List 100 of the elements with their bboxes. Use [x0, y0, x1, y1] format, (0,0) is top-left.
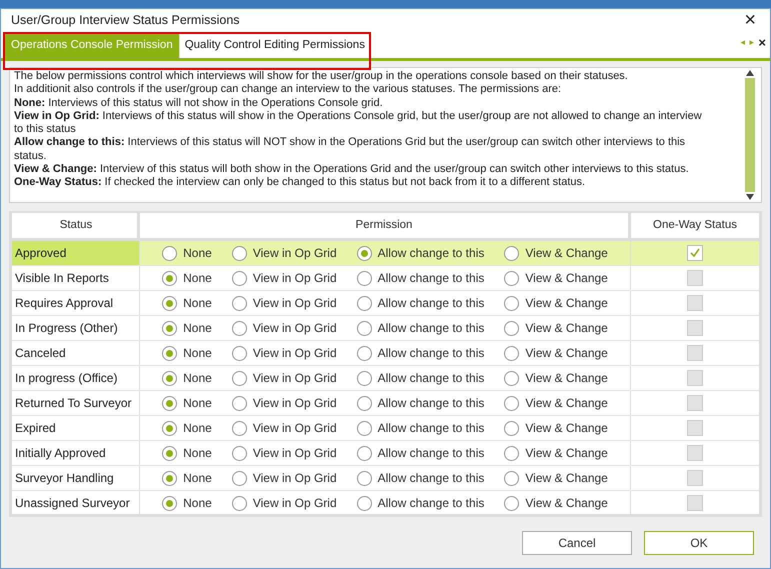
table-row[interactable]: In progress (Office) None View in Op Grid Allow change to this View & Change — [12, 366, 759, 391]
radio-option[interactable]: Allow change to this — [356, 494, 484, 512]
radio-button[interactable] — [356, 396, 372, 410]
radio-option[interactable]: View in Op Grid — [232, 444, 337, 462]
radio-option[interactable]: View & Change — [504, 444, 608, 462]
radio-button[interactable] — [356, 420, 372, 436]
radio-option[interactable]: None — [162, 294, 212, 312]
radio-button[interactable] — [162, 420, 178, 436]
radio-button[interactable] — [504, 470, 520, 486]
radio-button[interactable] — [232, 420, 247, 436]
table-row[interactable]: Canceled None View in Op Grid Allow change to this View & Change — [12, 341, 759, 366]
radio-option[interactable]: Allow change to this — [356, 294, 484, 312]
table-row[interactable]: Initially Approved None View in Op Grid Allow change to this View & Change — [12, 441, 759, 466]
table-row[interactable]: Approved None View in Op Grid Allow change to this View & Change — [12, 241, 759, 266]
radio-button[interactable] — [162, 270, 178, 286]
radio-option[interactable]: View & Change — [504, 494, 608, 512]
radio-button[interactable] — [162, 346, 178, 360]
radio-option[interactable]: View in Op Grid — [232, 469, 337, 487]
radio-option[interactable]: None — [162, 444, 212, 462]
radio-button[interactable] — [504, 246, 520, 260]
close-button[interactable]: × — [740, 10, 760, 30]
radio-option[interactable]: None — [162, 369, 212, 387]
radio-option[interactable]: None — [162, 344, 212, 362]
radio-button[interactable] — [162, 396, 178, 410]
radio-option[interactable]: Allow change to this — [356, 244, 484, 262]
radio-button[interactable] — [504, 270, 520, 286]
ok-button[interactable]: OK — [644, 530, 754, 554]
radio-button[interactable] — [504, 320, 520, 336]
radio-option[interactable]: View in Op Grid — [232, 369, 337, 387]
radio-button[interactable] — [232, 296, 247, 310]
radio-button[interactable] — [356, 270, 372, 286]
scroll-up-icon[interactable] — [746, 70, 754, 76]
radio-option[interactable]: View in Op Grid — [232, 294, 337, 312]
radio-button[interactable] — [232, 320, 247, 336]
radio-option[interactable]: None — [162, 319, 212, 337]
radio-option[interactable]: None — [162, 419, 212, 437]
radio-option[interactable]: None — [162, 244, 212, 262]
radio-option[interactable]: Allow change to this — [356, 394, 484, 412]
radio-button[interactable] — [232, 270, 247, 286]
radio-option[interactable]: View & Change — [504, 319, 608, 337]
radio-option[interactable]: Allow change to this — [356, 469, 484, 487]
radio-button[interactable] — [356, 446, 372, 460]
radio-button[interactable] — [356, 346, 372, 360]
radio-button[interactable] — [232, 470, 247, 486]
radio-button[interactable] — [504, 496, 520, 510]
radio-button[interactable] — [162, 370, 178, 386]
radio-button[interactable] — [504, 346, 520, 360]
radio-option[interactable]: View & Change — [504, 369, 608, 387]
radio-option[interactable]: View in Op Grid — [232, 319, 337, 337]
radio-button[interactable] — [232, 246, 247, 260]
radio-button[interactable] — [356, 370, 372, 386]
radio-button[interactable] — [504, 296, 520, 310]
radio-button[interactable] — [232, 496, 247, 510]
radio-button[interactable] — [232, 346, 247, 360]
radio-button[interactable] — [504, 370, 520, 386]
radio-option[interactable]: View in Op Grid — [232, 344, 337, 362]
radio-button[interactable] — [232, 370, 247, 386]
radio-option[interactable]: View & Change — [504, 244, 608, 262]
table-row[interactable]: Unassigned Surveyor None View in Op Grid Allow change to this View & Change — [12, 491, 759, 514]
radio-option[interactable]: View in Op Grid — [232, 394, 337, 412]
radio-button[interactable] — [356, 296, 372, 310]
radio-option[interactable]: Allow change to this — [356, 419, 484, 437]
radio-button[interactable] — [504, 446, 520, 460]
checkbox[interactable] — [687, 245, 703, 261]
radio-option[interactable]: View & Change — [504, 269, 608, 287]
radio-option[interactable]: Allow change to this — [356, 344, 484, 362]
radio-option[interactable]: View & Change — [504, 294, 608, 312]
radio-button[interactable] — [162, 246, 178, 260]
radio-option[interactable]: Allow change to this — [356, 269, 484, 287]
radio-button[interactable] — [504, 396, 520, 410]
radio-option[interactable]: View & Change — [504, 394, 608, 412]
radio-option[interactable]: None — [162, 469, 212, 487]
radio-button[interactable] — [232, 446, 247, 460]
radio-option[interactable]: View & Change — [504, 469, 608, 487]
radio-option[interactable]: Allow change to this — [356, 369, 484, 387]
table-row[interactable]: Requires Approval None View in Op Grid Allow change to this View & Change — [12, 291, 759, 316]
radio-button[interactable] — [356, 246, 372, 260]
radio-button[interactable] — [162, 496, 178, 510]
radio-option[interactable]: View & Change — [504, 344, 608, 362]
radio-button[interactable] — [504, 420, 520, 436]
radio-option[interactable]: View in Op Grid — [232, 494, 337, 512]
radio-option[interactable]: None — [162, 494, 212, 512]
radio-option[interactable]: View in Op Grid — [232, 419, 337, 437]
radio-option[interactable]: View & Change — [504, 419, 608, 437]
radio-option[interactable]: Allow change to this — [356, 444, 484, 462]
radio-option[interactable]: None — [162, 394, 212, 412]
table-row[interactable]: Surveyor Handling None View in Op Grid Allow change to this View & Change — [12, 466, 759, 491]
table-row[interactable]: Visible In Reports None View in Op Grid Allow change to this View & Change — [12, 266, 759, 291]
radio-button[interactable] — [162, 320, 178, 336]
scroll-down-icon[interactable] — [746, 194, 754, 200]
radio-button[interactable] — [232, 396, 247, 410]
cancel-button[interactable]: Cancel — [522, 530, 632, 554]
radio-option[interactable]: View in Op Grid — [232, 269, 337, 287]
table-row[interactable]: Returned To Surveyor None View in Op Grid Allow change to this View & Change — [12, 391, 759, 416]
radio-button[interactable] — [356, 470, 372, 486]
radio-option[interactable]: Allow change to this — [356, 319, 484, 337]
radio-option[interactable]: None — [162, 269, 212, 287]
scrollbar-thumb[interactable] — [745, 78, 755, 192]
radio-button[interactable] — [162, 296, 178, 310]
radio-button[interactable] — [162, 470, 178, 486]
